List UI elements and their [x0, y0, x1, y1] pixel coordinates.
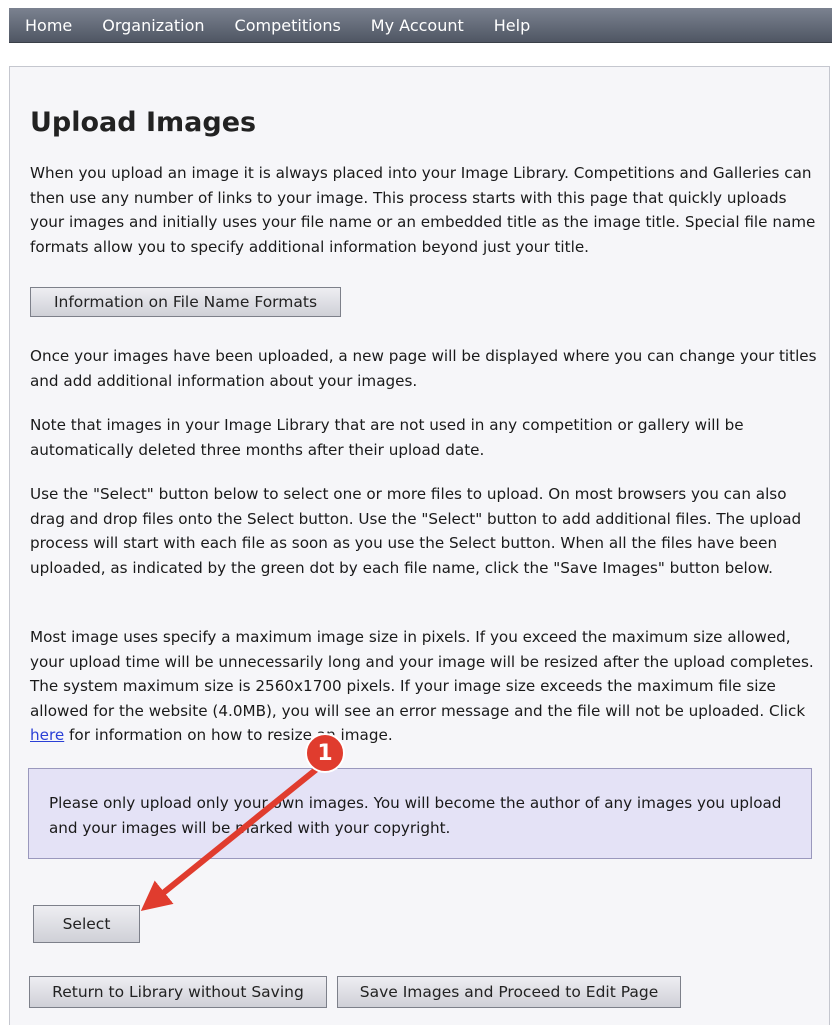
size-info-after: for information on how to resize an imag…	[64, 726, 393, 744]
intro-text: When you upload an image it is always pl…	[30, 164, 816, 256]
content-panel: Upload Images When you upload an image i…	[9, 66, 830, 1025]
uploaded-info-text: Once your images have been uploaded, a n…	[30, 347, 817, 390]
nav-organization[interactable]: Organization	[102, 16, 204, 35]
top-nav: Home Organization Competitions My Accoun…	[9, 8, 832, 43]
resize-help-link[interactable]: here	[30, 726, 64, 744]
file-name-formats-button[interactable]: Information on File Name Formats	[30, 287, 341, 317]
select-instructions-text: Use the "Select" button below to select …	[30, 485, 802, 577]
select-button[interactable]: Select	[33, 905, 140, 943]
nav-my-account[interactable]: My Account	[371, 16, 464, 35]
save-images-button[interactable]: Save Images and Proceed to Edit Page	[337, 976, 681, 1008]
nav-help[interactable]: Help	[494, 16, 530, 35]
size-info-before: Most image uses specify a maximum image …	[30, 628, 814, 720]
return-to-library-button[interactable]: Return to Library without Saving	[29, 976, 327, 1008]
nav-competitions[interactable]: Competitions	[235, 16, 341, 35]
copyright-notice: Please only upload only your own images.…	[28, 768, 812, 859]
page-title: Upload Images	[30, 107, 257, 138]
nav-home[interactable]: Home	[25, 16, 72, 35]
step-badge: 1	[305, 733, 345, 773]
size-info-text: Most image uses specify a maximum image …	[30, 625, 820, 748]
auto-delete-text: Note that images in your Image Library t…	[30, 416, 744, 459]
copyright-notice-text: Please only upload only your own images.…	[49, 794, 782, 837]
